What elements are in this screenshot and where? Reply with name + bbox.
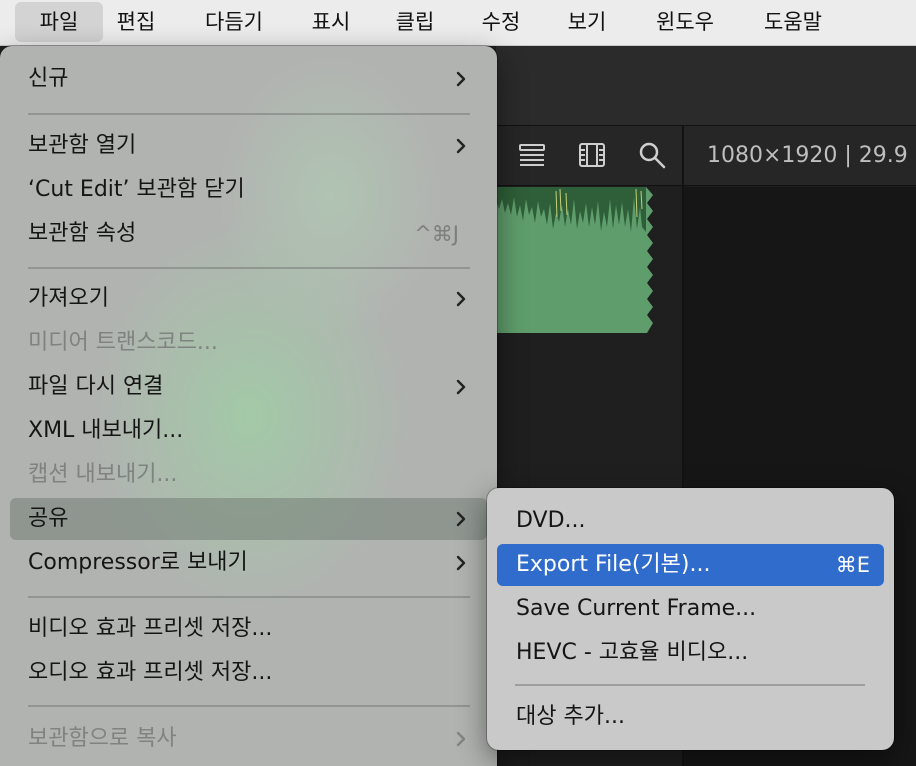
menu-trim[interactable]: 다듬기: [193, 2, 275, 42]
menu-item-new[interactable]: 신규: [10, 58, 487, 100]
chevron-right-icon: [456, 555, 466, 571]
menu-window[interactable]: 윈도우: [644, 2, 726, 42]
menu-separator: [28, 267, 470, 269]
menu-item-export-xml[interactable]: XML 내보내기...: [10, 410, 487, 452]
menu-item-label: Compressor로 보내기: [28, 550, 248, 575]
menu-item-label: XML 내보내기...: [28, 418, 184, 443]
menu-item-label: 파일 다시 연결: [28, 374, 164, 399]
menu-item-close-library[interactable]: ‘Cut Edit’ 보관함 닫기: [10, 169, 487, 211]
share-item-dvd[interactable]: DVD...: [497, 500, 884, 542]
share-item-export-file[interactable]: Export File(기본)... ⌘E: [497, 544, 884, 586]
menu-view[interactable]: 보기: [558, 2, 616, 42]
menu-item-send-to-compressor[interactable]: Compressor로 보내기: [10, 542, 487, 584]
menu-item-save-audio-effects-preset[interactable]: 오디오 효과 프리셋 저장...: [10, 652, 487, 694]
submenu-item-label: 대상 추가...: [516, 704, 625, 729]
format-readout: 1080×1920 | 29.9: [707, 143, 908, 168]
menu-edit[interactable]: 편집: [107, 2, 165, 42]
menu-item-library-properties[interactable]: 보관함 속성 ^⌘J: [10, 213, 487, 255]
menu-separator: [28, 596, 470, 598]
share-submenu: DVD... Export File(기본)... ⌘E Save Curren…: [487, 488, 894, 750]
menu-mark[interactable]: 표시: [302, 2, 360, 42]
menu-separator: [28, 705, 470, 707]
submenu-item-shortcut: ⌘E: [835, 553, 870, 577]
share-item-save-current-frame[interactable]: Save Current Frame...: [497, 588, 884, 630]
menu-item-copy-to-library: 보관함으로 복사: [10, 718, 487, 760]
chevron-right-icon: [456, 511, 466, 527]
menu-item-label: 신규: [28, 66, 69, 91]
share-item-hevc[interactable]: HEVC - 고효율 비디오...: [497, 632, 884, 674]
menu-modify[interactable]: 수정: [472, 2, 530, 42]
filmstrip-icon[interactable]: [577, 140, 607, 170]
list-view-icon[interactable]: [517, 140, 547, 170]
audio-clip-thumbnail[interactable]: [496, 187, 656, 333]
chevron-right-icon: [456, 291, 466, 307]
menu-separator: [515, 684, 865, 686]
menu-item-relink-files[interactable]: 파일 다시 연결: [10, 366, 487, 408]
chevron-right-icon: [456, 138, 466, 154]
menu-item-export-captions: 캡션 내보내기...: [10, 454, 487, 496]
menu-item-import[interactable]: 가져오기: [10, 278, 487, 320]
submenu-item-label: Export File(기본)...: [516, 552, 711, 577]
menu-item-shortcut: ^⌘J: [414, 222, 459, 246]
menu-item-open-library[interactable]: 보관함 열기: [10, 125, 487, 167]
menu-item-label: 가져오기: [28, 286, 109, 311]
menu-item-label: 비디오 효과 프리셋 저장...: [28, 616, 273, 641]
menu-item-save-video-effects-preset[interactable]: 비디오 효과 프리셋 저장...: [10, 608, 487, 650]
chevron-right-icon: [456, 379, 466, 395]
submenu-item-label: HEVC - 고효율 비디오...: [516, 640, 749, 665]
file-menu: 신규 보관함 열기 ‘Cut Edit’ 보관함 닫기 보관함 속성 ^⌘J 가…: [0, 46, 497, 766]
submenu-item-label: DVD...: [516, 508, 586, 533]
menu-item-label: 미디어 트랜스코드...: [28, 330, 218, 355]
chevron-right-icon: [456, 731, 466, 747]
menu-file[interactable]: 파일: [15, 2, 103, 42]
search-icon[interactable]: [637, 140, 667, 170]
menu-item-label: 보관함 열기: [28, 133, 137, 158]
menu-item-label: 공유: [28, 506, 69, 531]
menu-bar: 파일 편집 다듬기 표시 클립 수정 보기 윈도우 도움말: [0, 0, 916, 46]
menu-item-label: ‘Cut Edit’ 보관함 닫기: [28, 177, 245, 202]
menu-item-label: 보관함 속성: [28, 221, 137, 246]
submenu-item-label: Save Current Frame...: [516, 596, 757, 621]
menu-clip[interactable]: 클립: [386, 2, 444, 42]
menu-item-label: 캡션 내보내기...: [28, 462, 178, 487]
menu-item-share[interactable]: 공유: [10, 498, 487, 540]
menu-item-transcode-media: 미디어 트랜스코드...: [10, 322, 487, 364]
menu-help[interactable]: 도움말: [752, 2, 834, 42]
menu-item-label: 오디오 효과 프리셋 저장...: [28, 660, 273, 685]
chevron-right-icon: [456, 71, 466, 87]
share-item-add-destination[interactable]: 대상 추가...: [497, 696, 884, 738]
app-toolbar: [496, 46, 916, 126]
menu-item-label: 보관함으로 복사: [28, 726, 177, 751]
menu-separator: [28, 113, 470, 115]
